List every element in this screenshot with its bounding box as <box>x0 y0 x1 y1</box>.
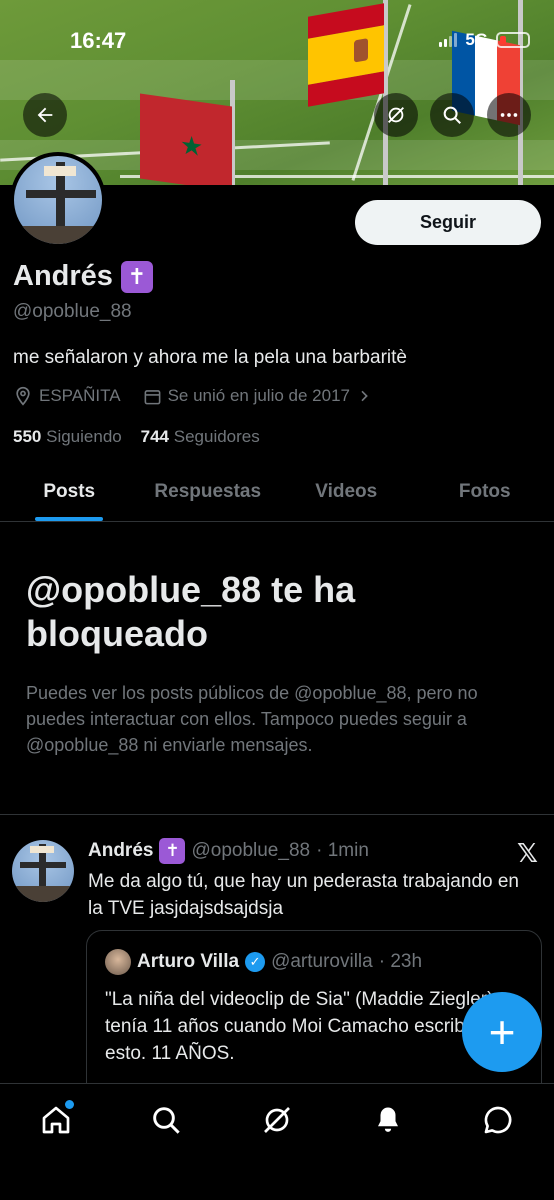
chat-bubble-icon <box>484 1106 512 1134</box>
post-header: Andrés ✝ @opoblue_88 · 1min <box>88 838 369 864</box>
profile-location: ESPAÑITA <box>39 386 121 405</box>
post-avatar[interactable] <box>12 840 74 902</box>
nav-notifications[interactable] <box>368 1100 408 1140</box>
quoted-author-avatar <box>105 949 131 975</box>
verified-badge-icon: ✓ <box>245 952 266 972</box>
back-button[interactable] <box>23 93 67 137</box>
calendar-icon <box>144 389 160 404</box>
tab-posts[interactable]: Posts <box>0 462 139 521</box>
quoted-author-handle: @arturovilla <box>271 951 373 972</box>
followers-link[interactable]: 744 Seguidores <box>141 427 260 446</box>
x-logo-icon[interactable]: 𝕏 <box>517 838 538 869</box>
bell-icon <box>378 1107 398 1132</box>
grok-button[interactable] <box>374 93 418 137</box>
blocked-title: @opoblue_88 te ha bloqueado <box>26 569 356 654</box>
quoted-post-time: · 23h <box>378 951 423 972</box>
profile-name-row: Andrés ✝ <box>13 260 153 293</box>
following-count: 550 <box>13 427 42 446</box>
follow-button[interactable]: Seguir <box>355 200 541 245</box>
arrow-left-icon <box>37 107 53 123</box>
profile-bio: me señalaron y ahora me la pela una barb… <box>13 347 407 368</box>
nav-grok[interactable] <box>257 1100 297 1140</box>
display-name: Andrés <box>13 260 113 292</box>
notification-dot <box>65 1100 74 1109</box>
home-indicator <box>205 1183 349 1188</box>
search-icon <box>443 106 461 124</box>
more-horizontal-icon <box>500 113 518 117</box>
status-time: 16:47 <box>70 28 127 53</box>
profile-meta: ESPAÑITA Se unió en julio de 2017 <box>13 386 372 406</box>
network-type: 5G <box>465 30 488 49</box>
profile-joined-date[interactable]: Se unió en julio de 2017 <box>168 386 350 406</box>
follow-counts: 550 Siguiendo 744 Seguidores <box>13 427 260 447</box>
compose-post-button[interactable]: + <box>462 992 542 1072</box>
search-icon <box>153 1107 180 1134</box>
latin-cross-emoji: ✝ <box>159 838 186 864</box>
bottom-navigation <box>0 1083 554 1200</box>
location-icon <box>16 386 30 406</box>
tab-videos[interactable]: Videos <box>277 462 416 521</box>
search-button[interactable] <box>430 93 474 137</box>
post-author-name[interactable]: Andrés <box>88 840 153 862</box>
profile-handle: @opoblue_88 <box>13 301 132 322</box>
nav-search[interactable] <box>146 1100 186 1140</box>
following-link[interactable]: 550 Siguiendo <box>13 427 122 446</box>
post-author-handle[interactable]: @opoblue_88 <box>191 840 310 862</box>
profile-tabs: Posts Respuestas Videos Fotos <box>0 462 554 522</box>
status-indicators: 5G <box>439 30 530 50</box>
followers-count: 744 <box>140 427 170 446</box>
latin-cross-emoji: ✝ <box>120 260 153 293</box>
grok-icon <box>264 1107 290 1133</box>
signal-icon <box>439 33 458 47</box>
grok-icon <box>388 107 404 123</box>
post-time: · 1min <box>316 840 369 861</box>
profile-avatar[interactable] <box>10 152 106 248</box>
tab-fotos[interactable]: Fotos <box>416 462 554 521</box>
followers-label: Seguidores <box>173 427 260 446</box>
section-divider <box>0 814 554 815</box>
nav-home[interactable] <box>36 1100 76 1140</box>
post-text: Me da algo tú, que hay un pederasta trab… <box>88 871 519 919</box>
following-label: Siguiendo <box>46 427 122 446</box>
battery-icon <box>496 32 530 48</box>
chevron-right-icon[interactable] <box>356 388 372 404</box>
quoted-post-header: Arturo Villa ✓ @arturovilla · 23h <box>105 949 422 975</box>
tab-respuestas[interactable]: Respuestas <box>139 462 278 521</box>
plus-icon: + <box>488 1006 516 1058</box>
profile-banner[interactable]: ★ 16:47 5G <box>0 0 554 185</box>
quoted-author-name: Arturo Villa <box>137 951 240 972</box>
nav-messages[interactable] <box>478 1100 518 1140</box>
more-button[interactable] <box>487 93 531 137</box>
blocked-description: Puedes ver los posts públicos de @opoblu… <box>26 683 478 755</box>
